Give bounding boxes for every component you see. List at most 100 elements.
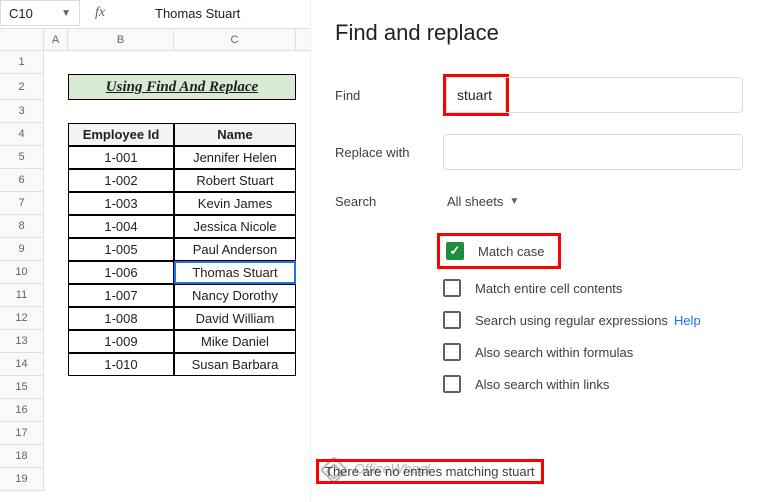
row-header[interactable]: 5 <box>0 146 44 169</box>
row-header[interactable]: 4 <box>0 123 44 146</box>
cell[interactable] <box>44 215 68 238</box>
cell-name[interactable]: David William <box>174 307 296 330</box>
col-header-a[interactable]: A <box>44 29 68 50</box>
row-header[interactable]: 16 <box>0 399 44 422</box>
cell-name[interactable]: Robert Stuart <box>174 169 296 192</box>
cell[interactable] <box>68 422 174 445</box>
cell-id[interactable]: 1-002 <box>68 169 174 192</box>
col-header-b[interactable]: B <box>68 29 174 50</box>
cell-id[interactable]: 1-005 <box>68 238 174 261</box>
row-header[interactable]: 9 <box>0 238 44 261</box>
row-9: 9 1-005 Paul Anderson <box>0 238 310 261</box>
cell-id[interactable]: 1-007 <box>68 284 174 307</box>
row-header[interactable]: 14 <box>0 353 44 376</box>
search-row: Search All sheets ▼ <box>335 188 743 215</box>
cell[interactable] <box>44 74 68 100</box>
cell-name[interactable]: Paul Anderson <box>174 238 296 261</box>
match-case-label: Match case <box>478 244 544 259</box>
header-id[interactable]: Employee Id <box>68 123 174 146</box>
links-checkbox[interactable] <box>443 375 461 393</box>
cell[interactable] <box>68 399 174 422</box>
cell[interactable] <box>44 192 68 215</box>
cell-name[interactable]: Mike Daniel <box>174 330 296 353</box>
formula-bar-value[interactable]: Thomas Stuart <box>155 0 240 26</box>
row-header[interactable]: 12 <box>0 307 44 330</box>
formulas-checkbox[interactable] <box>443 343 461 361</box>
name-box[interactable]: C10 ▼ <box>0 0 80 26</box>
cell[interactable] <box>44 100 68 123</box>
cell[interactable] <box>174 376 296 399</box>
cell[interactable] <box>44 146 68 169</box>
row-header[interactable]: 2 <box>0 74 44 100</box>
row-13: 13 1-009 Mike Daniel <box>0 330 310 353</box>
row-header[interactable]: 6 <box>0 169 44 192</box>
select-all-corner[interactable] <box>0 29 44 50</box>
cell-id[interactable]: 1-003 <box>68 192 174 215</box>
cell[interactable] <box>174 100 296 123</box>
row-header[interactable]: 17 <box>0 422 44 445</box>
row-header[interactable]: 10 <box>0 261 44 284</box>
status-highlight: There are no entries matching stuart <box>316 459 544 484</box>
cell[interactable] <box>44 399 68 422</box>
cell[interactable] <box>174 399 296 422</box>
cell[interactable] <box>44 468 68 491</box>
cell-id[interactable]: 1-010 <box>68 353 174 376</box>
chevron-down-icon: ▼ <box>509 196 519 207</box>
cell[interactable] <box>44 330 68 353</box>
cell[interactable] <box>68 100 174 123</box>
cell[interactable] <box>174 445 296 468</box>
row-header[interactable]: 1 <box>0 51 44 74</box>
cell[interactable] <box>44 51 68 74</box>
title-cell[interactable]: Using Find And Replace <box>68 74 296 100</box>
cell-name-selected[interactable]: Thomas Stuart <box>174 261 296 284</box>
cell[interactable] <box>174 51 296 74</box>
match-entire-checkbox[interactable] <box>443 279 461 297</box>
cell[interactable] <box>44 261 68 284</box>
row-header[interactable]: 3 <box>0 100 44 123</box>
cell[interactable] <box>44 422 68 445</box>
row-header[interactable]: 8 <box>0 215 44 238</box>
cell[interactable] <box>174 422 296 445</box>
match-case-checkbox[interactable]: ✓ <box>446 242 464 260</box>
cell[interactable] <box>44 123 68 146</box>
row-header[interactable]: 19 <box>0 468 44 491</box>
row-16: 16 <box>0 399 310 422</box>
row-header[interactable]: 13 <box>0 330 44 353</box>
cell[interactable] <box>68 445 174 468</box>
replace-input[interactable] <box>443 134 743 170</box>
row-header[interactable]: 18 <box>0 445 44 468</box>
cell[interactable] <box>68 51 174 74</box>
cell-id[interactable]: 1-008 <box>68 307 174 330</box>
cell[interactable] <box>44 353 68 376</box>
cell-id[interactable]: 1-001 <box>68 146 174 169</box>
header-name[interactable]: Name <box>174 123 296 146</box>
dialog-title: Find and replace <box>335 20 743 46</box>
cell[interactable] <box>44 307 68 330</box>
find-input[interactable] <box>446 77 506 113</box>
cell[interactable] <box>68 468 174 491</box>
row-header[interactable]: 11 <box>0 284 44 307</box>
cell-id[interactable]: 1-009 <box>68 330 174 353</box>
cell-name[interactable]: Jennifer Helen <box>174 146 296 169</box>
cell[interactable] <box>44 445 68 468</box>
row-11: 11 1-007 Nancy Dorothy <box>0 284 310 307</box>
cell[interactable] <box>44 169 68 192</box>
find-input-ext[interactable] <box>505 77 743 113</box>
cell[interactable] <box>44 376 68 399</box>
cell-id[interactable]: 1-006 <box>68 261 174 284</box>
row-header[interactable]: 7 <box>0 192 44 215</box>
col-header-c[interactable]: C <box>174 29 296 50</box>
cell-name[interactable]: Nancy Dorothy <box>174 284 296 307</box>
cell[interactable] <box>44 238 68 261</box>
cell[interactable] <box>174 468 296 491</box>
cell-id[interactable]: 1-004 <box>68 215 174 238</box>
help-link[interactable]: Help <box>674 313 701 328</box>
search-scope-dropdown[interactable]: All sheets ▼ <box>443 188 523 215</box>
cell[interactable] <box>44 284 68 307</box>
cell-name[interactable]: Kevin James <box>174 192 296 215</box>
regex-checkbox[interactable] <box>443 311 461 329</box>
cell[interactable] <box>68 376 174 399</box>
row-header[interactable]: 15 <box>0 376 44 399</box>
cell-name[interactable]: Jessica Nicole <box>174 215 296 238</box>
cell-name[interactable]: Susan Barbara <box>174 353 296 376</box>
